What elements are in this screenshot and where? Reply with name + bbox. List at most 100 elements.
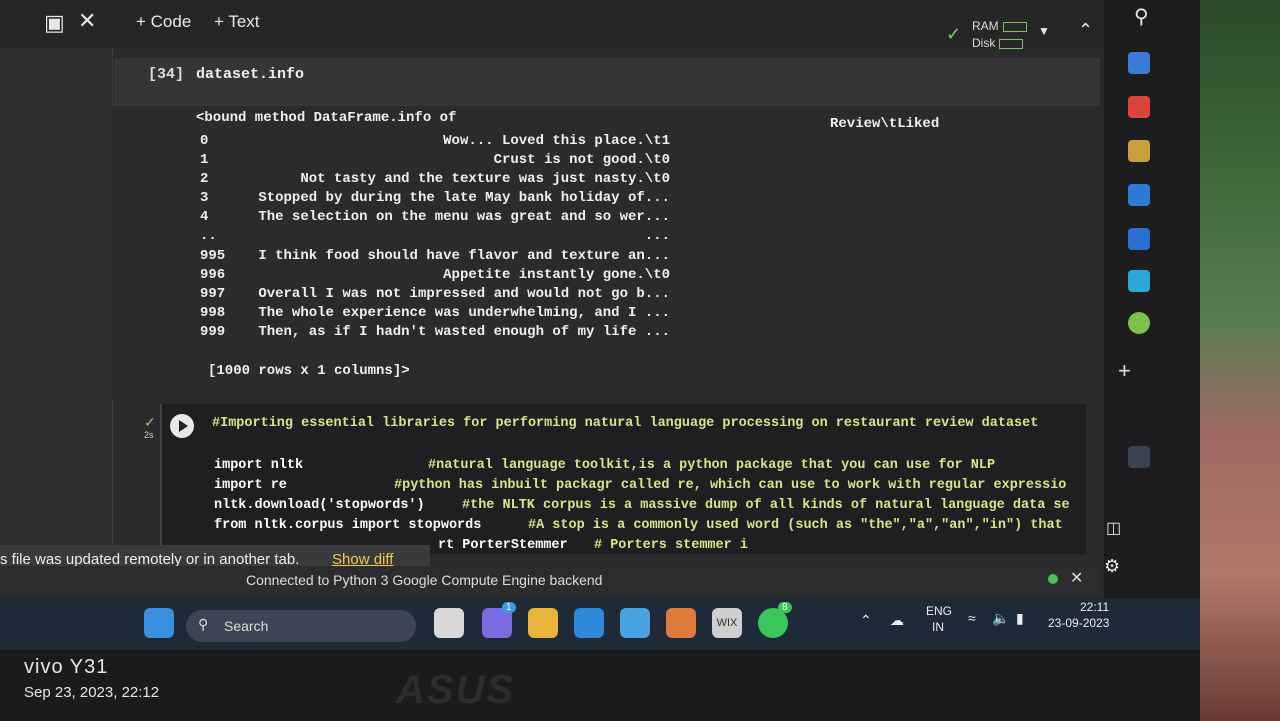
chevron-down-icon[interactable]: ▼ xyxy=(1038,24,1050,38)
wix-icon[interactable]: WIX xyxy=(712,608,742,638)
add-text-button[interactable]: + Text xyxy=(214,12,260,32)
output-row-index: 1 xyxy=(200,152,209,168)
laptop-screen: ▣ ✕ + Code + Text ✓ RAM Disk ▼ ⌃ ✓ 0s [3… xyxy=(0,0,1200,650)
device-watermark: vivo Y31 xyxy=(24,656,109,678)
cell2-success-icon: ✓ xyxy=(144,414,156,430)
add-code-button[interactable]: + Code xyxy=(136,12,191,32)
cell-code: dataset.info xyxy=(196,66,305,83)
output-row-index: 996 xyxy=(200,267,226,283)
code-comment: #natural language toolkit,is a python pa… xyxy=(428,458,996,473)
cloud-icon[interactable]: ☁ xyxy=(890,612,904,629)
clock-date[interactable]: 23-09-2023 xyxy=(1048,616,1109,630)
volume-icon[interactable]: 🔈 xyxy=(992,610,1009,627)
close-icon[interactable]: ✕ xyxy=(78,8,96,34)
app-icon[interactable] xyxy=(620,608,650,638)
tray-chevron-icon[interactable]: ⌃ xyxy=(860,612,872,629)
output-row-index: 998 xyxy=(200,305,226,321)
wifi-icon[interactable]: ≈ xyxy=(968,610,976,626)
sync-icon[interactable] xyxy=(1128,446,1150,468)
code-comment-title: #Importing essential libraries for perfo… xyxy=(212,416,1039,431)
output-row-index: 0 xyxy=(200,133,209,149)
asus-logo: ASUS xyxy=(396,668,516,712)
lang-bottom[interactable]: IN xyxy=(932,620,944,634)
chevron-up-icon[interactable]: ⌃ xyxy=(1078,20,1093,41)
search-icon[interactable]: ⚲ xyxy=(1134,4,1149,29)
briefcase-icon[interactable] xyxy=(1128,96,1150,118)
windows-start-icon[interactable] xyxy=(144,608,174,638)
output-row-index: .. xyxy=(200,228,217,244)
code-line: import re xyxy=(214,478,287,493)
code-line: from nltk.corpus import stopwords xyxy=(214,518,482,533)
output-row-index: 4 xyxy=(200,209,209,225)
window-icon[interactable]: ▣ xyxy=(44,10,65,36)
output-header-right: Review\tLiked xyxy=(830,116,940,132)
gear-icon[interactable]: ⚙ xyxy=(1104,556,1120,577)
output-row-index: 995 xyxy=(200,248,226,264)
status-dot-icon xyxy=(1048,574,1058,584)
output-row-text: The selection on the menu was great and … xyxy=(258,209,670,225)
output-row-text: Not tasty and the texture was just nasty… xyxy=(300,171,670,187)
edge-icon[interactable] xyxy=(574,608,604,638)
chat-icon[interactable]: 1 xyxy=(482,602,516,638)
search-label: Search xyxy=(224,618,269,634)
output-row-text: I think food should have flavor and text… xyxy=(258,248,670,264)
cell-output: <bound method DataFrame.info of Review\t… xyxy=(112,106,1098,401)
copilot-icon[interactable] xyxy=(1128,184,1150,206)
output-row-index: 3 xyxy=(200,190,209,206)
disk-label: Disk xyxy=(972,36,996,50)
cell-prompt: [34] xyxy=(148,66,185,83)
panel-icon[interactable]: ◫ xyxy=(1106,518,1121,538)
outlook-icon[interactable] xyxy=(1128,228,1150,250)
code-line: import nltk xyxy=(214,458,304,473)
people-icon[interactable] xyxy=(1128,140,1150,162)
folder-icon[interactable] xyxy=(528,608,558,638)
left-panel xyxy=(0,48,113,548)
output-row-text: The whole experience was underwhelming, … xyxy=(258,305,670,321)
status-text: Connected to Python 3 Google Compute Eng… xyxy=(246,572,603,588)
search-glass-icon: ⚲ xyxy=(198,616,209,632)
connected-check-icon: ✓ xyxy=(946,24,962,44)
code-comment: # Porters stemmer i xyxy=(594,538,748,553)
code-cell-1[interactable]: [34] dataset.info xyxy=(114,58,1100,106)
taskbar-search[interactable]: ⚲ Search xyxy=(186,610,416,642)
code-line: nltk.download('stopwords') xyxy=(214,498,425,513)
code-comment: #A stop is a commonly used word (such as… xyxy=(528,518,1063,533)
colab-toolbar: ▣ ✕ + Code + Text ✓ RAM Disk ▼ ⌃ xyxy=(0,0,1200,50)
output-row-index: 2 xyxy=(200,171,209,187)
ram-disk-indicator[interactable]: RAM Disk xyxy=(972,18,1027,52)
ram-bar xyxy=(1002,21,1027,32)
code-comment: #python has inbuilt packagr called re, w… xyxy=(394,478,1067,493)
output-row-text: Overall I was not impressed and would no… xyxy=(258,286,670,302)
lang-top[interactable]: ENG xyxy=(926,604,952,618)
right-sidebar: ⚲ + ◫ ⚙ xyxy=(1104,0,1200,600)
output-row-text: ... xyxy=(644,228,670,244)
output-row-text: Appetite instantly gone.\t0 xyxy=(443,267,670,283)
output-row-index: 999 xyxy=(200,324,226,340)
code-comment: #the NLTK corpus is a massive dump of al… xyxy=(462,498,1070,513)
plus-icon[interactable]: + xyxy=(1118,358,1131,384)
telegram-icon[interactable] xyxy=(1128,270,1150,292)
store-icon[interactable] xyxy=(666,608,696,638)
task-view-icon[interactable] xyxy=(434,608,464,638)
disk-bar xyxy=(999,38,1024,49)
tree-icon[interactable] xyxy=(1128,312,1150,334)
whatsapp-badge: 8 xyxy=(778,602,792,613)
chat-badge: 1 xyxy=(502,602,516,613)
battery-icon[interactable]: ▮ xyxy=(1016,610,1024,627)
status-close-icon[interactable]: ✕ xyxy=(1070,568,1083,588)
datetime-watermark: Sep 23, 2023, 22:12 xyxy=(24,684,160,701)
status-bar: Connected to Python 3 Google Compute Eng… xyxy=(0,566,1100,594)
code-cell-2[interactable]: #Importing essential libraries for perfo… xyxy=(160,404,1086,554)
output-row-text: Crust is not good.\t0 xyxy=(493,152,670,168)
whatsapp-icon[interactable]: 8 xyxy=(758,602,792,638)
output-header-left: <bound method DataFrame.info of xyxy=(196,110,457,126)
code-line: rt PorterStemmer xyxy=(438,538,568,553)
clock-time[interactable]: 22:11 xyxy=(1080,600,1109,614)
cell2-exec-time: 2s xyxy=(144,430,154,440)
run-cell-button[interactable] xyxy=(170,414,194,438)
output-row-text: Stopped by during the late May bank holi… xyxy=(258,190,670,206)
ram-label: RAM xyxy=(972,19,999,33)
tag-icon[interactable] xyxy=(1128,52,1150,74)
output-row-index: 997 xyxy=(200,286,226,302)
output-row-text: Then, as if I hadn't wasted enough of my… xyxy=(258,324,670,340)
